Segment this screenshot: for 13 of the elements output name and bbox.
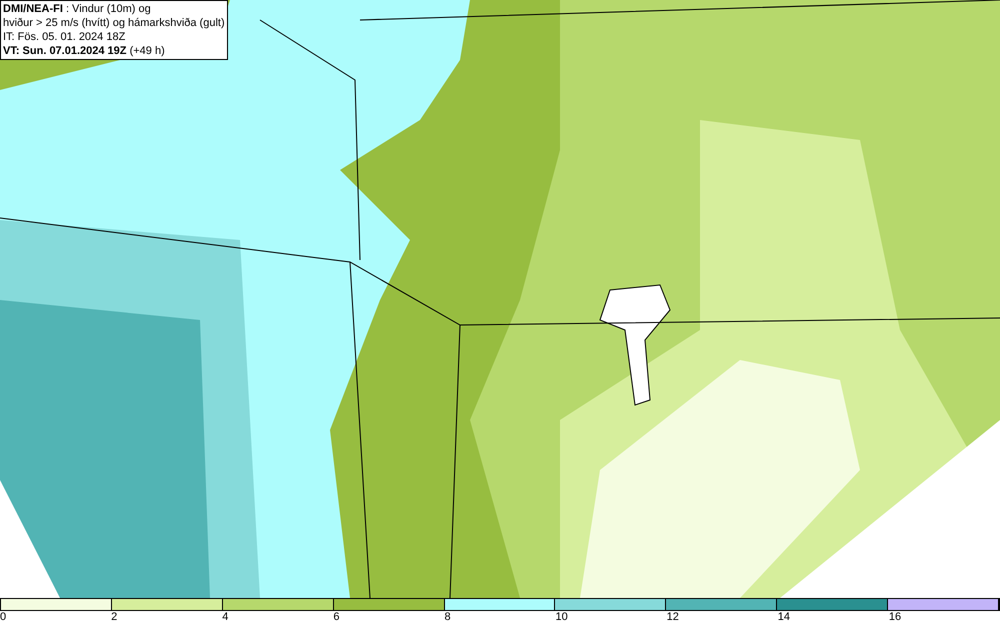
legend-label: 4 bbox=[222, 611, 228, 623]
legend-label: 2 bbox=[111, 611, 118, 623]
info-line: VT: Sun. 07.01.2024 19Z (+49 h) bbox=[3, 44, 166, 58]
info-line: DMI/NEA-FI : Vindur (10m) og bbox=[3, 2, 152, 16]
legend-label: 14 bbox=[778, 611, 790, 623]
legend-label: 6 bbox=[333, 611, 340, 623]
legend-label: 0 bbox=[0, 611, 6, 623]
legend-label: 8 bbox=[444, 611, 451, 623]
info-line: IT: Fös. 05. 01. 2024 18Z bbox=[3, 30, 126, 44]
legend-label: 16 bbox=[888, 611, 902, 623]
legend-label: 12 bbox=[666, 611, 679, 623]
info-line: hviður > 25 m/s (hvítt) og hámarkshviða (gult) bbox=[3, 16, 225, 30]
legend-label: 10 bbox=[556, 611, 568, 623]
